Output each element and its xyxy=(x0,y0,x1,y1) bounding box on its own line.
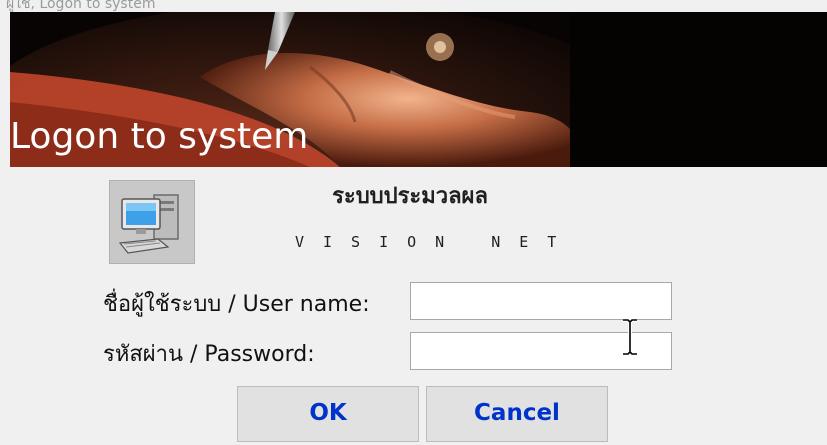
username-input[interactable] xyxy=(410,282,672,320)
cancel-button[interactable]: Cancel xyxy=(426,386,608,442)
banner-title: Logon to system xyxy=(10,116,309,157)
username-label: ชื่อผู้ใช้ระบบ / User name: xyxy=(103,292,370,317)
ok-button[interactable]: OK xyxy=(237,386,419,442)
system-subtitle: VISION NET xyxy=(295,233,576,251)
computer-icon xyxy=(109,180,195,264)
window-title: ผู้ใช้, Logon to system xyxy=(6,0,156,12)
window-titlebar: ผู้ใช้, Logon to system xyxy=(0,0,827,12)
logon-banner: Logon to system xyxy=(10,12,827,167)
password-label: รหัสผ่าน / Password: xyxy=(103,342,315,367)
text-cursor-icon xyxy=(620,318,640,360)
system-name: ระบบประมวลผล xyxy=(332,184,488,209)
